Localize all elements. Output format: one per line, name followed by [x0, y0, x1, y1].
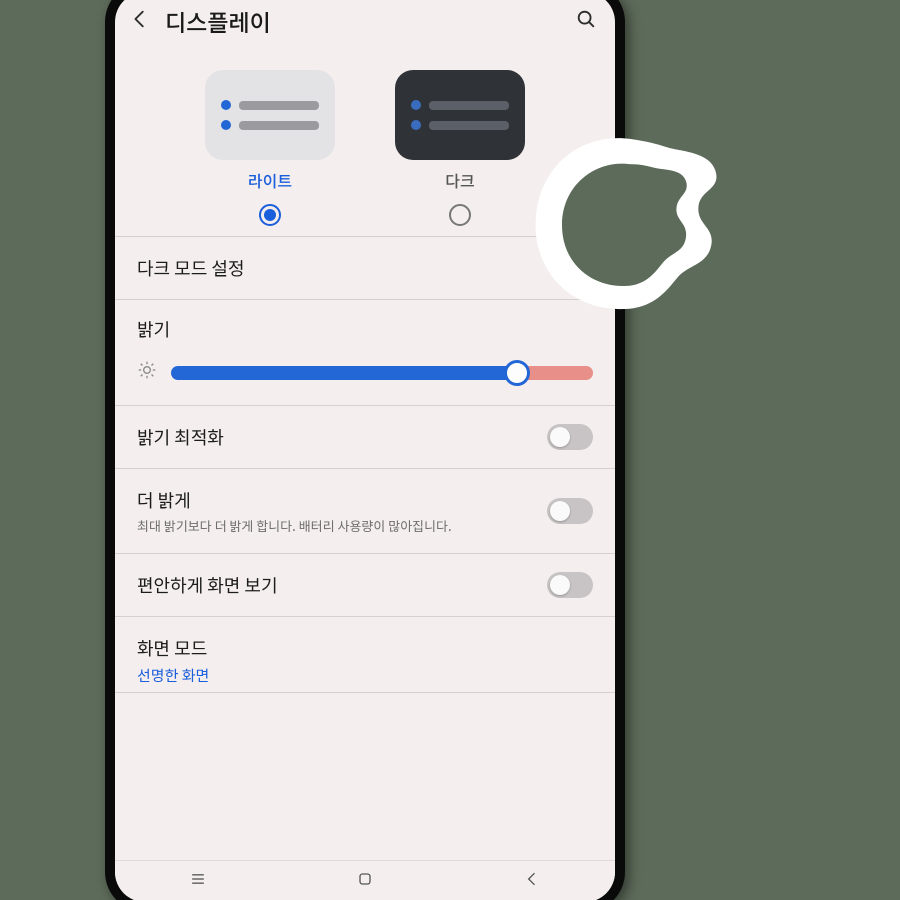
nav-back-icon[interactable] — [522, 869, 542, 894]
search-icon[interactable] — [575, 8, 597, 35]
phone-frame: 디스플레이 라이트 — [105, 0, 625, 900]
sun-icon — [137, 360, 157, 385]
back-icon[interactable] — [129, 8, 151, 35]
brightness-slider-row — [137, 360, 593, 385]
toggle-extra-bright[interactable] — [547, 498, 593, 524]
screen: 디스플레이 라이트 — [115, 0, 615, 900]
content: 라이트 다크 다크 모드 설정 — [115, 48, 615, 860]
item-subtitle: 최대 밝기보다 더 밝게 합니다. 배터리 사용량이 많아집니다. — [137, 517, 531, 535]
toggle-comfort-view[interactable] — [547, 572, 593, 598]
black-dot-mark — [624, 231, 632, 239]
header: 디스플레이 — [115, 0, 615, 48]
page-title: 디스플레이 — [165, 4, 561, 38]
brightness-title: 밝기 — [137, 316, 593, 342]
item-title: 더 밝게 — [137, 487, 531, 513]
theme-chooser: 라이트 다크 — [115, 48, 615, 236]
item-title: 밝기 최적화 — [137, 424, 531, 450]
theme-label-light: 라이트 — [248, 168, 292, 192]
theme-radio-light[interactable] — [259, 204, 281, 226]
brightness-slider[interactable] — [171, 366, 593, 380]
theme-preview-dark — [395, 70, 525, 160]
brightness-thumb[interactable] — [504, 360, 530, 386]
theme-radio-dark[interactable] — [449, 204, 471, 226]
item-comfort-view[interactable]: 편안하게 화면 보기 — [115, 554, 615, 616]
item-title: 화면 모드 — [137, 635, 593, 661]
item-screen-mode[interactable]: 화면 모드 선명한 화면 — [115, 617, 615, 692]
theme-preview-light — [205, 70, 335, 160]
toggle-adaptive-brightness[interactable] — [547, 424, 593, 450]
theme-option-light[interactable]: 라이트 — [205, 70, 335, 226]
item-title: 편안하게 화면 보기 — [137, 572, 531, 598]
theme-label-dark: 다크 — [445, 168, 474, 192]
item-title: 다크 모드 설정 — [137, 255, 593, 281]
brightness-block: 밝기 — [115, 300, 615, 405]
item-value: 선명한 화면 — [137, 665, 593, 686]
recents-icon[interactable] — [188, 869, 208, 894]
theme-option-dark[interactable]: 다크 — [395, 70, 525, 226]
home-icon[interactable] — [355, 869, 375, 894]
item-adaptive-brightness[interactable]: 밝기 최적화 — [115, 406, 615, 468]
item-dark-mode-settings[interactable]: 다크 모드 설정 — [115, 237, 615, 299]
item-extra-bright[interactable]: 더 밝게 최대 밝기보다 더 밝게 합니다. 배터리 사용량이 많아집니다. — [115, 469, 615, 553]
navigation-bar — [115, 860, 615, 900]
